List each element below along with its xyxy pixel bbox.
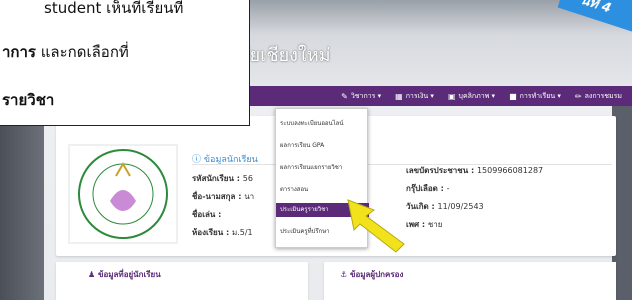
book-icon: ✎ [341,91,348,101]
school-icon: ■ [509,91,517,101]
nav-item-personality[interactable]: ▣ บุคลิกภาพ ▾ [448,91,495,102]
building-icon: ⚓ [340,270,348,279]
divider [192,164,612,165]
nav-label: บุคลิกภาพ ▾ [458,91,496,100]
money-icon: ▦ [395,91,403,101]
student-id: รหัสนักเรียน : 56 [192,174,253,183]
instruction-callout: student เห็นที่เรียนที่ าการ และกดเลือกท… [0,0,250,126]
menu-item-gpa[interactable]: ผลการเรียน GPA [276,139,369,153]
menu-item-grades-by-subject[interactable]: ผลการเรียนแยกรายวิชา [276,161,369,175]
school-logo [68,144,178,244]
menu-item-online-registration[interactable]: ระบบลงทะเบียนออนไลน์ [276,117,369,131]
nav-label: การทำเรียน ▾ [519,91,561,100]
pencil-icon: ✏ [574,91,582,101]
nav-item-school[interactable]: ■ การทำเรียน ▾ [509,91,561,102]
nav-item-club[interactable]: ✏ ลงการชมรม [575,91,622,102]
nav-label: การเงิน ▾ [405,91,434,100]
callout-line-2: าการ และกดเลือกที่ [2,43,129,61]
menu-item-timetable[interactable]: ตารางสอน [276,183,369,197]
guardian-section-title: ⚓ ข้อมูลผู้ปกครอง [340,270,404,279]
student-name: ชื่อ-นามสกุล : นา [192,192,255,201]
sex: เพศ : ชาย [406,220,443,229]
citizen-id: เลขบัตรประชาชน : 1509966081287 [406,166,544,175]
blood-group: กรุ๊ปเลือด : - [406,184,450,193]
student-room: ห้องเรียน : ม.5/1 [192,228,253,237]
users-icon: ♟ [88,270,96,279]
pointer-arrow-icon [347,199,405,253]
callout-line-1: student เห็นที่เรียนที่ [44,0,184,17]
student-nickname: ชื่อเล่น : [192,210,222,219]
callout-line-3: รายวิชา [2,91,55,109]
address-section-title: ♟ ข้อมูลที่อยู่นักเรียน [88,270,161,279]
nav-item-finance[interactable]: ▦ การเงิน ▾ [395,91,434,102]
nav-label: ลงการชมรม [584,91,622,100]
nav-item-academic[interactable]: ✎ วิชาการ ▾ [341,91,381,102]
nav-label: วิชาการ ▾ [350,91,382,100]
health-icon: ▣ [447,91,456,101]
birth-date: วันเกิด : 11/09/2543 [406,202,484,211]
